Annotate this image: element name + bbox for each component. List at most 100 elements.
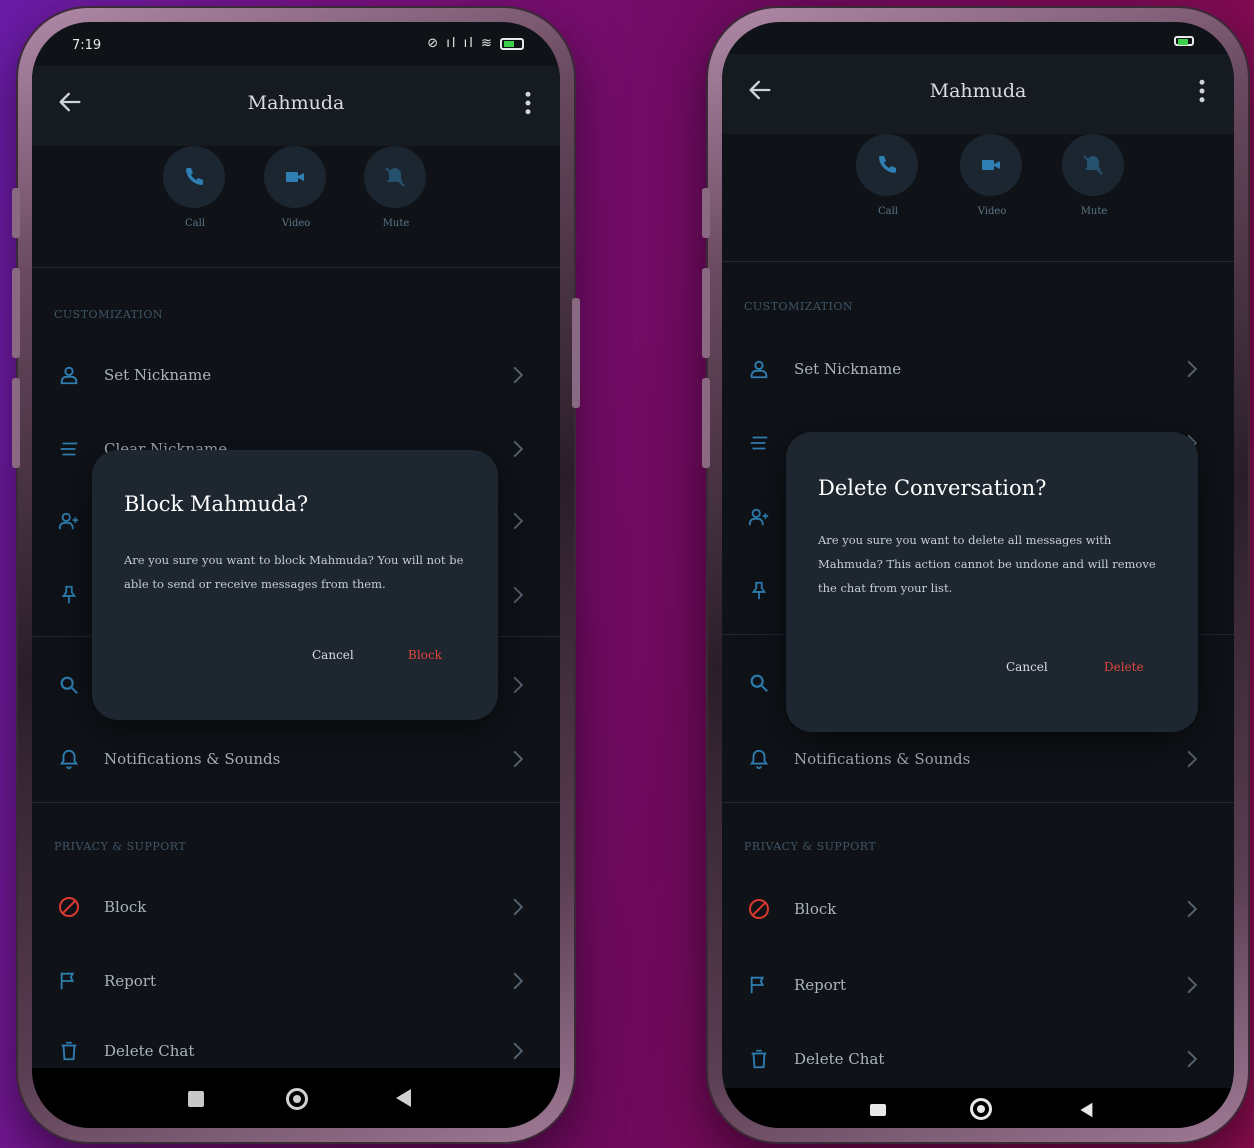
recents-button[interactable] — [188, 1091, 204, 1107]
dialog-message: Are you sure you want to delete all mess… — [818, 533, 1156, 595]
block-icon — [744, 894, 774, 924]
screen: 7:19 ⊘ ıl ıl ≋ Mahmuda Call Video Mute C… — [32, 22, 560, 1128]
chevron-right-icon — [513, 1042, 524, 1060]
bell-off-icon[interactable] — [1062, 134, 1124, 196]
action-label: Mute — [382, 218, 410, 229]
chevron-right-icon — [513, 512, 524, 530]
chevron-right-icon — [1187, 1050, 1198, 1068]
row-block[interactable]: Block — [32, 878, 560, 938]
row-set-nickname[interactable]: Set Nickname — [32, 346, 560, 406]
row-label: Notifications & Sounds — [104, 750, 281, 768]
row-set-nickname[interactable]: Set Nickname — [722, 340, 1234, 400]
volume-button — [12, 268, 20, 358]
signal-icons: ⊘ ıl ıl ≋ — [427, 36, 494, 51]
volume-button — [12, 378, 20, 468]
action-label: Call — [877, 206, 898, 217]
phone-icon[interactable] — [856, 134, 918, 196]
dialog-message: Are you sure you want to block Mahmuda? … — [124, 553, 464, 591]
more-vert-icon[interactable] — [518, 88, 538, 118]
chevron-right-icon — [513, 676, 524, 694]
status-time: 7:19 — [72, 38, 102, 53]
text-lines-icon — [744, 428, 774, 458]
call-action[interactable]: Call — [856, 134, 920, 217]
block-icon — [54, 892, 84, 922]
divider — [32, 802, 560, 803]
delete-confirm-button[interactable]: Delete — [1104, 660, 1144, 674]
chevron-right-icon — [1187, 750, 1198, 768]
chevron-right-icon — [513, 440, 524, 458]
screen: Mahmuda Call Video Mute CUSTOMIZATION Se… — [722, 22, 1234, 1128]
side-button — [12, 188, 20, 238]
action-label: Video — [281, 218, 311, 229]
home-button[interactable] — [970, 1098, 992, 1120]
mute-action[interactable]: Mute — [1062, 134, 1126, 217]
chevron-right-icon — [513, 898, 524, 916]
video-icon[interactable] — [960, 134, 1022, 196]
mute-action[interactable]: Mute — [364, 146, 428, 229]
user-add-icon — [744, 502, 774, 532]
bell-icon — [54, 744, 84, 774]
phone-frame-right: Mahmuda Call Video Mute CUSTOMIZATION Se… — [702, 8, 1248, 1142]
bell-off-icon[interactable] — [364, 146, 426, 208]
row-label: Delete Chat — [104, 1042, 195, 1060]
row-label: Block — [794, 900, 837, 918]
section-header-customization: CUSTOMIZATION — [54, 308, 163, 321]
battery-icon — [1174, 36, 1194, 46]
cancel-button[interactable]: Cancel — [1006, 660, 1048, 674]
flag-icon — [54, 966, 84, 996]
recents-button[interactable] — [870, 1104, 886, 1116]
text-lines-icon — [54, 434, 84, 464]
video-action[interactable]: Video — [264, 146, 328, 229]
section-header-customization: CUSTOMIZATION — [744, 300, 853, 313]
dialog-title: Delete Conversation? — [818, 476, 1047, 500]
chevron-right-icon — [513, 750, 524, 768]
delete-dialog: Delete Conversation? Are you sure you wa… — [786, 432, 1198, 732]
call-action[interactable]: Call — [163, 146, 227, 229]
back-triangle-icon[interactable] — [394, 1088, 412, 1108]
status-icons — [1174, 34, 1194, 47]
chevron-right-icon — [1187, 900, 1198, 918]
system-nav-bar — [32, 1068, 560, 1128]
row-label: Notifications & Sounds — [794, 750, 971, 768]
row-label: Set Nickname — [104, 366, 212, 384]
app-bar: Mahmuda — [722, 54, 1234, 134]
chevron-right-icon — [1187, 976, 1198, 994]
row-delete-chat[interactable]: Delete Chat — [722, 1030, 1234, 1090]
home-button[interactable] — [286, 1088, 308, 1110]
section-header-privacy: PRIVACY & SUPPORT — [744, 840, 877, 853]
cancel-button[interactable]: Cancel — [312, 648, 354, 662]
chevron-right-icon — [1187, 360, 1198, 378]
back-triangle-icon[interactable] — [1078, 1102, 1094, 1118]
quick-actions: Call Video Mute — [32, 146, 560, 268]
page-title: Mahmuda — [929, 80, 1027, 102]
chevron-right-icon — [513, 366, 524, 384]
row-block[interactable]: Block — [722, 880, 1234, 940]
flag-icon — [744, 970, 774, 1000]
pin-icon — [54, 580, 84, 610]
block-confirm-button[interactable]: Block — [408, 648, 442, 662]
row-label: Report — [794, 976, 847, 994]
row-notifications[interactable]: Notifications & Sounds — [722, 730, 1234, 790]
volume-button — [702, 268, 710, 358]
row-label: Report — [104, 972, 157, 990]
status-bar: 7:19 ⊘ ıl ıl ≋ — [32, 22, 560, 66]
page-title: Mahmuda — [247, 92, 345, 114]
more-vert-icon[interactable] — [1192, 76, 1212, 106]
chevron-right-icon — [513, 586, 524, 604]
action-label: Call — [184, 218, 205, 229]
side-button — [702, 188, 710, 238]
search-icon — [54, 670, 84, 700]
video-icon[interactable] — [264, 146, 326, 208]
action-label: Mute — [1080, 206, 1108, 217]
row-label: Delete Chat — [794, 1050, 885, 1068]
phone-icon[interactable] — [163, 146, 225, 208]
search-icon — [744, 668, 774, 698]
action-label: Video — [977, 206, 1007, 217]
row-notifications[interactable]: Notifications & Sounds — [32, 730, 560, 790]
video-action[interactable]: Video — [960, 134, 1024, 217]
system-nav-bar — [722, 1088, 1234, 1128]
row-report[interactable]: Report — [722, 956, 1234, 1016]
row-report[interactable]: Report — [32, 952, 560, 1012]
dialog-title: Block Mahmuda? — [124, 492, 309, 516]
power-button — [572, 298, 580, 408]
